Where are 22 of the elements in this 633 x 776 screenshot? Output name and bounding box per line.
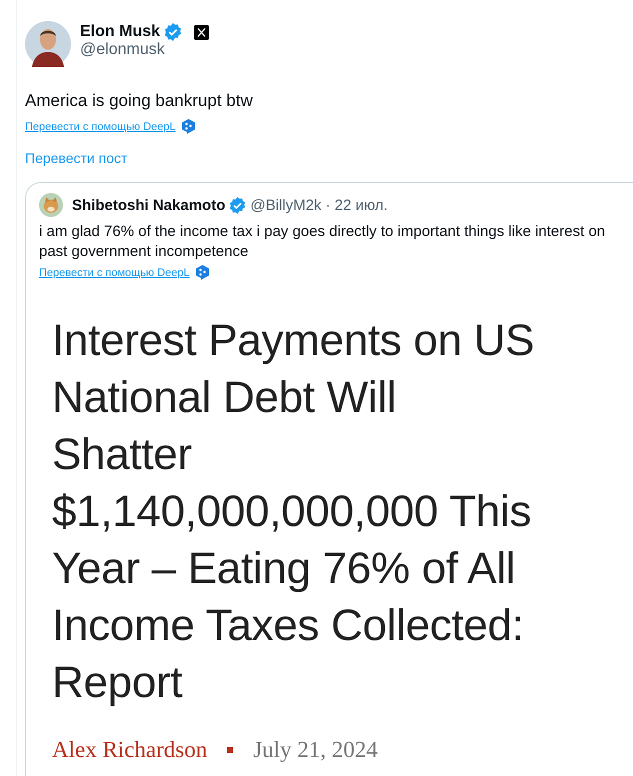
deepl-icon: [182, 119, 195, 134]
quoted-post-card[interactable]: [25, 182, 633, 776]
article-author: Alex Richardson: [52, 737, 208, 763]
author-handle[interactable]: @elonmusk: [80, 41, 210, 59]
separator-icon: [227, 747, 234, 753]
avatar-icon: [39, 193, 63, 217]
article-date: July 21, 2024: [253, 737, 378, 763]
deepl-translate-link[interactable]: Перевести с помощью DeepL: [39, 266, 190, 278]
quote-author-name: Shibetoshi Nakamoto: [72, 196, 226, 214]
deepl-translate-link[interactable]: Перевести с помощью DeepL: [25, 120, 176, 132]
post-text: America is going bankrupt btw: [25, 91, 254, 111]
author-name[interactable]: Elon Musk: [80, 23, 160, 41]
verified-badge-icon: [229, 196, 246, 214]
article-headline: Interest Payments on US National Debt Will Shatter $1,140,000,000,000 This Year – Eating 76% of All Income Taxes Collected: Report: [52, 315, 536, 709]
translate-post-link[interactable]: Перевести пост: [25, 150, 128, 166]
avatar-icon: [25, 21, 71, 67]
quote-date: · 22 июл.: [325, 196, 388, 214]
x-logo-icon: [194, 24, 210, 40]
verified-badge-icon: [164, 23, 182, 41]
quote-text: i am glad 76% of the income tax i pay goes directly to important things like interest on past government incompetence: [39, 222, 606, 262]
quote-author-handle: @BillyM2k: [250, 196, 322, 214]
deepl-icon: [196, 265, 209, 280]
